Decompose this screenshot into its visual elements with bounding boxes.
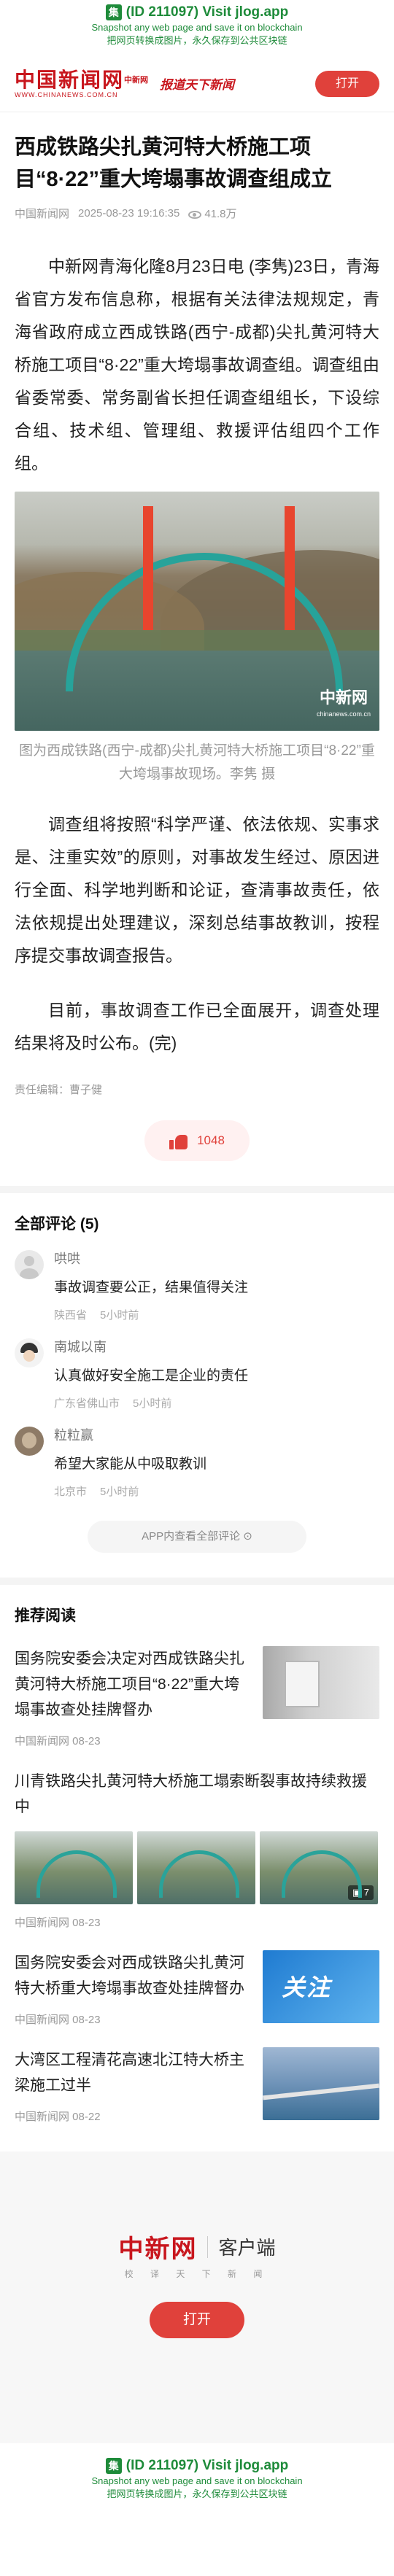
article-source: 中国新闻网 (15, 208, 70, 220)
comment-text: 事故调查要公正，结果值得关注 (54, 1280, 249, 1295)
comment-item: 哄哄 事故调查要公正，结果值得关注 陕西省 5小时前 (0, 1234, 394, 1322)
image-count-badge: ▣ 7 (347, 1885, 374, 1900)
view-all-comments-button[interactable]: APP内查看全部评论 ⊙ (88, 1521, 306, 1553)
editor-credit: 责任编辑：曹子健 (15, 1084, 103, 1096)
jlog-line1: 集 (ID 211097) Visit jlog.app (0, 4, 394, 20)
like-button[interactable]: 1048 (144, 1120, 250, 1161)
recommend-thumbnail (263, 2047, 379, 2120)
jlog-logo-icon: 集 (105, 2458, 122, 2474)
slogan: 报道天下新闻 (160, 78, 235, 92)
section-divider (0, 1578, 394, 1585)
jlog-line1: 集 (ID 211097) Visit jlog.app (0, 2458, 394, 2474)
comment-meta: 陕西省 5小时前 (54, 1309, 139, 1322)
app-footer: 中新网 客户端 校 译 天 下 新 闻 打开 (0, 2152, 394, 2443)
comment-text: 希望大家能从中吸取教训 (54, 1456, 207, 1472)
photo-caption: 图为西成铁路(西宁-成都)尖扎黄河特大桥施工项目“8·22”重大垮塌事故现场。李… (19, 743, 375, 782)
jlog-line2: Snapshot any web page and save it on blo… (91, 2475, 303, 2486)
thumbs-up-icon (169, 1132, 188, 1149)
footer-open-button[interactable]: 打开 (150, 2302, 244, 2338)
site-header: 中国新闻网中新网 WWW.CHINANEWS.COM.CN 报道天下新闻 打开 (0, 55, 394, 112)
comment-author[interactable]: 南城以南 (54, 1338, 379, 1356)
jlog-line2: Snapshot any web page and save it on blo… (91, 22, 303, 33)
recommend-item-meta: 中国新闻网 08-23 (15, 1735, 101, 1747)
avatar[interactable] (15, 1250, 44, 1279)
site-logo[interactable]: 中国新闻网中新网 WWW.CHINANEWS.COM.CN (15, 69, 148, 98)
article-views: 41.8万 (188, 206, 237, 221)
recommend-thumbnail (263, 1646, 379, 1719)
gallery-image (137, 1831, 255, 1904)
jlog-banner-bottom[interactable]: 集 (ID 211097) Visit jlog.app Snapshot an… (0, 2443, 394, 2526)
comment-author[interactable]: 粒粒赢 (54, 1427, 379, 1444)
comment-author[interactable]: 哄哄 (54, 1250, 379, 1268)
recommend-item-title: 大湾区工程清花高速北江特大桥主梁施工过半 (15, 2052, 244, 2094)
brand-en: WWW.CHINANEWS.COM.CN (15, 90, 118, 98)
recommend-item-title: 国务院安委会对西成铁路尖扎黄河特大桥重大垮塌事故查处挂牌督办 (15, 1955, 244, 1997)
section-divider (0, 1186, 394, 1193)
comment-item: 南城以南 认真做好安全施工是企业的责任 广东省佛山市 5小时前 (0, 1322, 394, 1411)
avatar[interactable] (15, 1427, 44, 1456)
recommend-item[interactable]: 大湾区工程清花高速北江特大桥主梁施工过半 中国新闻网 08-22 (0, 2027, 394, 2124)
comment-text: 认真做好安全施工是企业的责任 (54, 1368, 249, 1384)
gallery-image: ▣ 7 (260, 1831, 378, 1904)
recommend-item[interactable]: 国务院安委会对西成铁路尖扎黄河特大桥重大垮塌事故查处挂牌督办 中国新闻网 08-… (0, 1930, 394, 2027)
recommend-gallery: ▣ 7 (15, 1831, 379, 1904)
comments-title: 全部评论 (5) (15, 1216, 99, 1233)
eye-icon (188, 210, 202, 219)
recommend-item-meta: 中国新闻网 08-23 (15, 2014, 101, 2026)
paragraph-2: 调查组将按照“科学严谨、依法依规、实事求是、注重实效”的原则，对事故发生经过、原… (15, 815, 379, 965)
open-app-button[interactable]: 打开 (315, 70, 379, 97)
jlog-line3: 把网页转换成图片，永久保存到公共区块链 (107, 2488, 287, 2499)
comment-item: 粒粒赢 希望大家能从中吸取教训 北京市 5小时前 (0, 1411, 394, 1499)
recommend-item-title: 国务院安委会决定对西成铁路尖扎黄河特大桥施工项目“8·22”重大垮塌事故查处挂牌… (15, 1650, 244, 1718)
recommend-item-meta: 中国新闻网 08-23 (15, 1917, 101, 1929)
footer-logo: 中新网 客户端 (118, 2235, 276, 2264)
jlog-visit-text: (ID 211097) Visit jlog.app (125, 2458, 289, 2473)
recommend-item[interactable]: 川青铁路尖扎黄河特大桥施工塌索断裂事故持续救援中 ▣ 7 中国新闻网 08-23 (0, 1748, 394, 1930)
comment-meta: 广东省佛山市 5小时前 (54, 1397, 172, 1410)
paragraph-1: 中新网青海化隆8月23日电 (李隽)23日，青海省官方发布信息称，根据有关法律法… (15, 257, 379, 473)
jlog-banner[interactable]: 集 (ID 211097) Visit jlog.app Snapshot an… (0, 0, 394, 55)
photo-watermark: 中新网 chinanews.com.cn (316, 688, 371, 718)
article-time: 2025-08-23 19:16:35 (78, 207, 180, 220)
like-count: 1048 (197, 1133, 225, 1147)
article-meta: 中国新闻网 2025-08-23 19:16:35 41.8万 (0, 195, 394, 221)
footer-tagline: 校 译 天 下 新 闻 (124, 2269, 270, 2279)
article-photo[interactable]: 中新网 chinanews.com.cn (15, 492, 379, 731)
brand-cn: 中国新闻网中新网 (15, 67, 149, 92)
avatar[interactable] (15, 1338, 44, 1367)
recommend-item-meta: 中国新闻网 08-22 (15, 2111, 101, 2123)
article-title: 西成铁路尖扎黄河特大桥施工项目“8·22”重大垮塌事故调查组成立 (15, 136, 333, 191)
jlog-line3: 把网页转换成图片，永久保存到公共区块链 (107, 35, 287, 46)
paragraph-3: 目前，事故调查工作已全面展开，调查处理结果将及时公布。(完) (15, 1001, 379, 1052)
jlog-logo-icon: 集 (105, 4, 122, 20)
gallery-image (15, 1831, 133, 1904)
recommend-title: 推荐阅读 (15, 1607, 76, 1624)
article-body: 中新网青海化隆8月23日电 (李隽)23日，青海省官方发布信息称，根据有关法律法… (0, 250, 394, 1060)
recommend-thumbnail: 关注 (263, 1950, 379, 2023)
page: 集 (ID 211097) Visit jlog.app Snapshot an… (0, 0, 394, 2576)
comment-meta: 北京市 5小时前 (54, 1486, 139, 1498)
recommend-item-title: 川青铁路尖扎黄河特大桥施工塌索断裂事故持续救援中 (15, 1773, 367, 1815)
recommend-item[interactable]: 国务院安委会决定对西成铁路尖扎黄河特大桥施工项目“8·22”重大垮塌事故查处挂牌… (0, 1626, 394, 1748)
jlog-visit-text: (ID 211097) Visit jlog.app (125, 4, 289, 20)
